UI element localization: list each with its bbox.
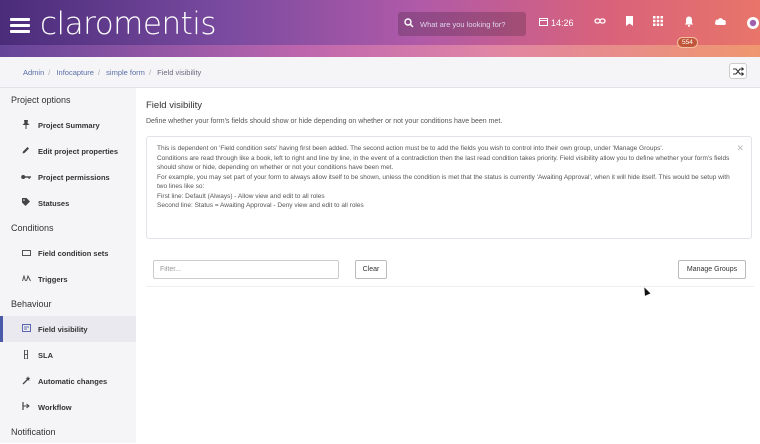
sidebar-item-label: Field visibility [38, 324, 88, 334]
sidebar-item-label: SLA [38, 350, 53, 360]
user-icon[interactable] [746, 16, 760, 30]
sidebar-item-label: Automatic changes [38, 376, 108, 386]
page-title: Field visibility [146, 100, 202, 111]
sidebar-item-sla[interactable]: SLA [0, 342, 136, 368]
sidebar-section-notification: Notification [11, 427, 56, 437]
clock-time: 14:26 [551, 17, 574, 28]
menu-icon[interactable] [10, 18, 30, 33]
search-box[interactable] [398, 12, 526, 36]
app-logo[interactable]: claromentis [40, 6, 217, 42]
page-description: Define whether your form's fields should… [146, 118, 503, 125]
sidebar-item-label: Project Summary [38, 120, 100, 130]
notification-count-badge[interactable]: 554 [677, 37, 698, 48]
mouse-cursor-icon [641, 286, 651, 296]
sidebar-item-edit-project-properties[interactable]: Edit project properties [0, 138, 136, 164]
sidebar-item-automatic-changes[interactable]: Automatic changes [0, 368, 136, 394]
bell-icon[interactable] [682, 16, 696, 30]
bookmark-icon[interactable] [622, 16, 636, 30]
pin-icon [21, 119, 31, 131]
search-icon[interactable] [398, 17, 420, 31]
manage-groups-button[interactable]: Manage Groups [678, 260, 746, 279]
filter-input[interactable] [153, 260, 339, 279]
breadcrumb-bar: Admin / Infocapture / simple form / Field v… [0, 57, 760, 88]
info-text-line: This is dependent on 'Field condition se… [157, 145, 664, 152]
info-text-line: First line: Default (Always) - Allow vie… [157, 192, 325, 200]
sidebar-item-label: Project permissions [38, 172, 110, 182]
workflow-icon [21, 402, 31, 412]
top-navigation-bar: claromentis 14:26 554 [0, 0, 760, 57]
clock[interactable]: 14:26 [539, 17, 574, 28]
sidebar-item-statuses[interactable]: Statuses [0, 190, 136, 216]
cloud-icon[interactable] [713, 16, 727, 30]
clear-button[interactable]: Clear [355, 260, 387, 279]
info-box: ✕ This is dependent on 'Field condition … [146, 136, 752, 239]
apps-icon[interactable] [651, 16, 665, 30]
pencil-icon [21, 146, 31, 156]
breadcrumb-simple-form[interactable]: simple form [106, 68, 145, 77]
shuffle-icon [732, 67, 744, 76]
sidebar-item-triggers[interactable]: Triggers [0, 266, 136, 292]
hourglass-icon [21, 349, 31, 361]
magic-icon [21, 375, 31, 387]
sidebar-item-workflow[interactable]: Workflow [0, 394, 136, 420]
breadcrumb-current: Field visibility [157, 68, 202, 77]
sidebar-item-label: Field condition sets [38, 248, 109, 258]
shuffle-button[interactable] [729, 63, 747, 79]
info-text-line: Second line: Status = Awaiting Approval … [157, 202, 364, 209]
search-input[interactable] [420, 19, 520, 29]
info-text-line: Conditions are read through like a book,… [157, 154, 730, 172]
sidebar-item-field-condition-sets[interactable]: Field condition sets [0, 240, 136, 266]
sidebar-section-behaviour: Behaviour [11, 299, 52, 309]
trigger-icon [21, 273, 31, 284]
header-gradient-strip [0, 45, 760, 57]
link-icon[interactable] [593, 16, 607, 30]
sidebar-item-label: Statuses [38, 198, 70, 208]
sidebar-item-label: Triggers [38, 274, 68, 284]
close-icon[interactable]: ✕ [736, 143, 744, 154]
breadcrumb-admin[interactable]: Admin [23, 68, 44, 77]
divider [146, 286, 754, 287]
sidebar-section-conditions: Conditions [11, 223, 54, 233]
sidebar-item-label: Edit project properties [38, 146, 119, 156]
sidebar-section-project-options: Project options [11, 95, 71, 105]
sidebar: Project options Project Summary Edit pro… [0, 88, 136, 443]
calendar-icon [539, 17, 548, 28]
breadcrumb-infocapture[interactable]: Infocapture [56, 68, 94, 77]
tag-icon [21, 198, 31, 208]
sidebar-item-label: Workflow [38, 402, 72, 412]
sidebar-item-field-visibility[interactable]: Field visibility [0, 316, 136, 342]
sidebar-item-project-permissions[interactable]: Project permissions [0, 164, 136, 190]
list-icon [21, 249, 31, 258]
visibility-icon [21, 324, 31, 334]
key-icon [21, 173, 31, 182]
info-text-line: For example, you may set part of your fo… [157, 173, 730, 191]
breadcrumb: Admin / Infocapture / simple form / Field v… [23, 68, 202, 77]
sidebar-item-project-summary[interactable]: Project Summary [0, 112, 136, 138]
